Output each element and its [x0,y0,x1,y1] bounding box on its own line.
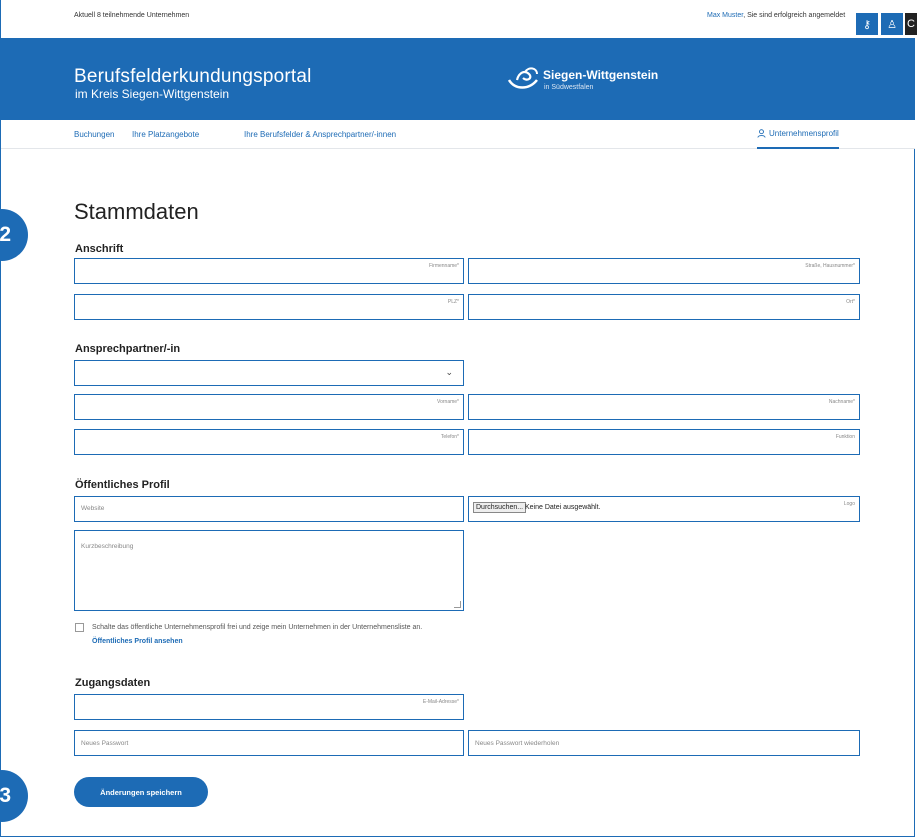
portal-title: Berufsfelderkundungsportal [74,66,312,87]
zip-field[interactable]: PLZ* [74,294,464,320]
email-label: E-Mail-Adresse* [422,699,459,705]
street-label: Straße, Hausnummer* [805,263,855,269]
company-name-field[interactable]: Firmenname* [74,258,464,284]
user-name-link[interactable]: Max Muster [707,12,743,19]
user-icon [757,129,766,138]
description-textarea[interactable]: Kurzbeschreibung [74,530,464,611]
first-name-field[interactable]: Vorname* [74,394,464,420]
login-status-text: , Sie sind erfolgreich angemeldet [743,12,846,19]
new-password-field[interactable]: Neues Passwort [74,730,464,756]
section-ansprechpartner: Ansprechpartner/-in [75,343,181,355]
function-label: Funktion [835,434,855,440]
key-icon: ⚷ [862,18,872,31]
district-logo[interactable]: Siegen-Wittgenstein in Südwestfalen [507,66,658,97]
resize-handle[interactable] [454,601,461,608]
first-name-label: Vorname* [437,399,459,405]
logo-title: Siegen-Wittgenstein [543,68,659,82]
company-name-label: Firmenname* [428,263,459,269]
key-button[interactable]: ⚷ [856,13,878,35]
function-field[interactable]: Funktion [468,429,860,455]
publish-profile-checkbox[interactable] [75,623,84,632]
street-field[interactable]: Straße, Hausnummer* [468,258,860,284]
top-bar: Aktuell 8 teilnehmende Unternehmen Max M… [1,0,917,38]
user-button[interactable]: ♙ [881,13,903,35]
district-logo-icon [507,67,538,89]
page-title: Stammdaten [74,199,199,224]
repeat-password-field[interactable]: Neues Passwort wiederholen [468,730,860,756]
power-icon: C [907,18,915,30]
new-password-placeholder: Neues Passwort [81,740,129,747]
logout-button[interactable]: C [905,13,917,35]
website-field[interactable]: Website [74,496,464,522]
nav-item-unternehmensprofil-label: Unternehmensprofil [769,129,839,138]
nav-item-unternehmensprofil[interactable]: Unternehmensprofil [757,120,839,149]
publish-profile-label: Schalte das öffentliche Unternehmensprof… [92,624,423,631]
last-name-field[interactable]: Nachname* [468,394,860,420]
user-icon: ♙ [887,18,897,31]
description-placeholder: Kurzbeschreibung [81,543,134,550]
section-zugangsdaten: Zugangsdaten [75,677,151,689]
save-button[interactable]: Änderungen speichern [74,777,208,807]
logo-subtitle: in Südwestfalen [544,84,594,91]
city-label: Ort* [846,299,855,305]
file-status: Keine Datei ausgewählt. [525,504,601,511]
login-status: Max Muster, Sie sind erfolgreich angemel… [707,12,845,19]
last-name-label: Nachname* [828,399,855,405]
phone-label: Telefon* [440,434,459,440]
header-banner: Berufsfelderkundungsportal im Kreis Sieg… [1,38,915,120]
browse-button[interactable]: Durchsuchen... [473,502,527,513]
section-anschrift: Anschrift [75,243,124,255]
chevron-down-icon: ⌄ [445,367,453,377]
phone-field[interactable]: Telefon* [74,429,464,455]
zip-label: PLZ* [447,299,459,305]
email-field[interactable]: E-Mail-Adresse* [74,694,464,720]
main-nav: Buchungen Ihre Platzangebote Ihre Berufs… [1,120,915,149]
logo-label: Logo [843,501,855,507]
view-public-profile-link[interactable]: Öffentliches Profil ansehen [92,638,183,645]
logo-upload-field[interactable]: Durchsuchen... Keine Datei ausgewählt. L… [468,496,860,522]
nav-item-platzangebote[interactable]: Ihre Platzangebote [132,130,199,139]
participants-info: Aktuell 8 teilnehmende Unternehmen [74,12,190,19]
nav-item-buchungen[interactable]: Buchungen [74,130,114,139]
portal-subtitle: im Kreis Siegen-Wittgenstein [75,87,230,101]
website-placeholder: Website [81,505,105,512]
repeat-password-placeholder: Neues Passwort wiederholen [475,740,560,747]
contact-select[interactable]: ⌄ [74,360,464,386]
city-field[interactable]: Ort* [468,294,860,320]
nav-item-berufsfelder[interactable]: Ihre Berufsfelder & Ansprechpartner/-inn… [244,130,396,139]
section-public-profile: Öffentliches Profil [75,479,170,491]
